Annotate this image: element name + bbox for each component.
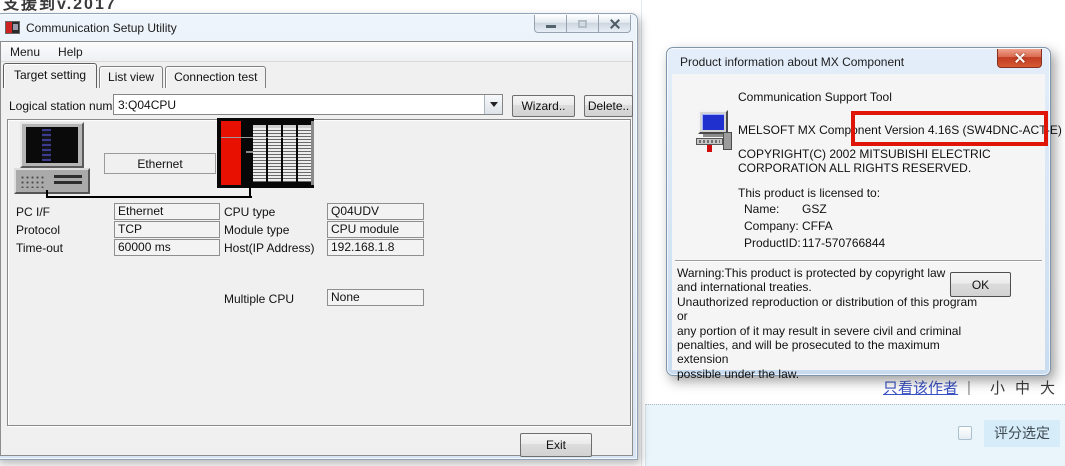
timeout-label: Time-out (16, 241, 63, 255)
close-icon (609, 18, 621, 30)
plc-icon (217, 118, 314, 188)
protocol-value: TCP (114, 221, 220, 238)
copyright-text: COPYRIGHT(C) 2002 MITSUBISHI ELECTRIC CO… (738, 147, 991, 175)
module-type-value: CPU module (327, 221, 424, 238)
cpu-type-value: Q04UDV (327, 203, 424, 220)
connection-type-box: Ethernet (104, 153, 216, 174)
minimize-button[interactable] (534, 15, 567, 33)
menu-item-menu[interactable]: Menu (1, 43, 49, 61)
pc-drop-line (46, 190, 48, 196)
forum-column-divider (641, 0, 642, 466)
tab-connection-test[interactable]: Connection test (165, 66, 266, 88)
ok-button[interactable]: OK (950, 272, 1011, 297)
exit-button[interactable]: Exit (520, 433, 592, 457)
communication-setup-utility-window: Communication Setup Utility Menu Help Ta… (0, 13, 638, 460)
rating-checkbox[interactable] (958, 426, 972, 440)
network-bus-line (46, 196, 252, 198)
pc-if-label: PC I/F (16, 205, 50, 219)
wizard-button[interactable]: Wizard.. (512, 95, 575, 117)
setup-window-title: Communication Setup Utility (26, 21, 177, 35)
close-icon (1014, 52, 1026, 64)
tab-list-view[interactable]: List view (99, 66, 163, 88)
logical-station-number-label: Logical station number (9, 99, 130, 113)
maximize-button[interactable] (566, 15, 599, 33)
product-version-text: MELSOFT MX Component Version 4.16S (SW4D… (738, 123, 1062, 137)
product-information-dialog: Product information about MX Component C… (666, 47, 1051, 376)
plc-drop-line (249, 188, 251, 196)
license-company-label: Company: (744, 219, 799, 233)
menu-bar: Menu Help (1, 42, 632, 62)
license-name-label: Name: (744, 202, 779, 216)
melsoft-app-icon (5, 21, 20, 34)
tool-name-text: Communication Support Tool (738, 90, 892, 104)
license-company-value: CFFA (802, 219, 833, 233)
dialog-divider (675, 260, 1042, 261)
dialog-titlebar[interactable]: Product information about MX Component (667, 48, 1050, 75)
pc-if-value: Ethernet (114, 203, 220, 220)
warning-text: Warning:This product is protected by cop… (677, 266, 979, 381)
host-ip-label: Host(IP Address) (224, 241, 314, 255)
window-control-buttons (535, 15, 631, 33)
setup-window-client-area: Menu Help Target setting List view Conne… (0, 41, 633, 456)
multiple-cpu-label: Multiple CPU (224, 292, 294, 306)
pc-icon (14, 122, 90, 194)
font-size-large[interactable]: 大 (1040, 377, 1055, 398)
timeout-value: 60000 ms (114, 239, 220, 256)
forum-page: { "page": { "top_clipped_text": "支援到v.20… (0, 0, 1065, 466)
dialog-client-area: Communication Support Tool MELSOFT MX Co… (672, 74, 1045, 370)
rating-select-button[interactable]: 评分选定 (984, 420, 1060, 447)
license-name-value: GSZ (802, 202, 827, 216)
delete-button[interactable]: Delete.. (584, 95, 633, 117)
dialog-close-button[interactable] (997, 49, 1042, 68)
font-size-medium[interactable]: 中 (1015, 377, 1030, 398)
license-productid-value: 117-570766844 (802, 236, 885, 250)
combobox-dropdown-button[interactable] (484, 95, 502, 114)
multiple-cpu-value: None (327, 289, 424, 306)
host-ip-value: 192.168.1.8 (327, 239, 424, 256)
maximize-icon (578, 20, 587, 28)
menu-item-help[interactable]: Help (49, 43, 92, 61)
logical-station-number-combobox[interactable]: 3:Q04CPU (113, 94, 503, 115)
font-size-small[interactable]: 小 (990, 377, 1005, 398)
rating-panel: 评分选定 (645, 404, 1065, 466)
computer-icon (696, 110, 734, 152)
clipped-thread-title: 支援到v.2017 (3, 0, 117, 14)
cpu-type-label: CPU type (224, 205, 275, 219)
minimize-icon (546, 25, 556, 28)
protocol-label: Protocol (16, 223, 60, 237)
dialog-title: Product information about MX Component (680, 55, 904, 69)
license-productid-label: ProductID: (744, 236, 801, 250)
module-type-label: Module type (224, 223, 289, 237)
footer-separator: | (967, 379, 971, 396)
logical-station-number-value: 3:Q04CPU (114, 98, 484, 112)
licensed-to-heading: This product is licensed to: (738, 186, 880, 200)
tab-target-setting[interactable]: Target setting (3, 63, 97, 88)
chevron-down-icon (490, 102, 498, 111)
target-setting-panel: Ethernet PC I/F Ethernet Protocol TCP Ti… (7, 119, 631, 426)
close-button[interactable] (598, 15, 631, 33)
tab-strip: Target setting List view Connection test (3, 63, 268, 88)
